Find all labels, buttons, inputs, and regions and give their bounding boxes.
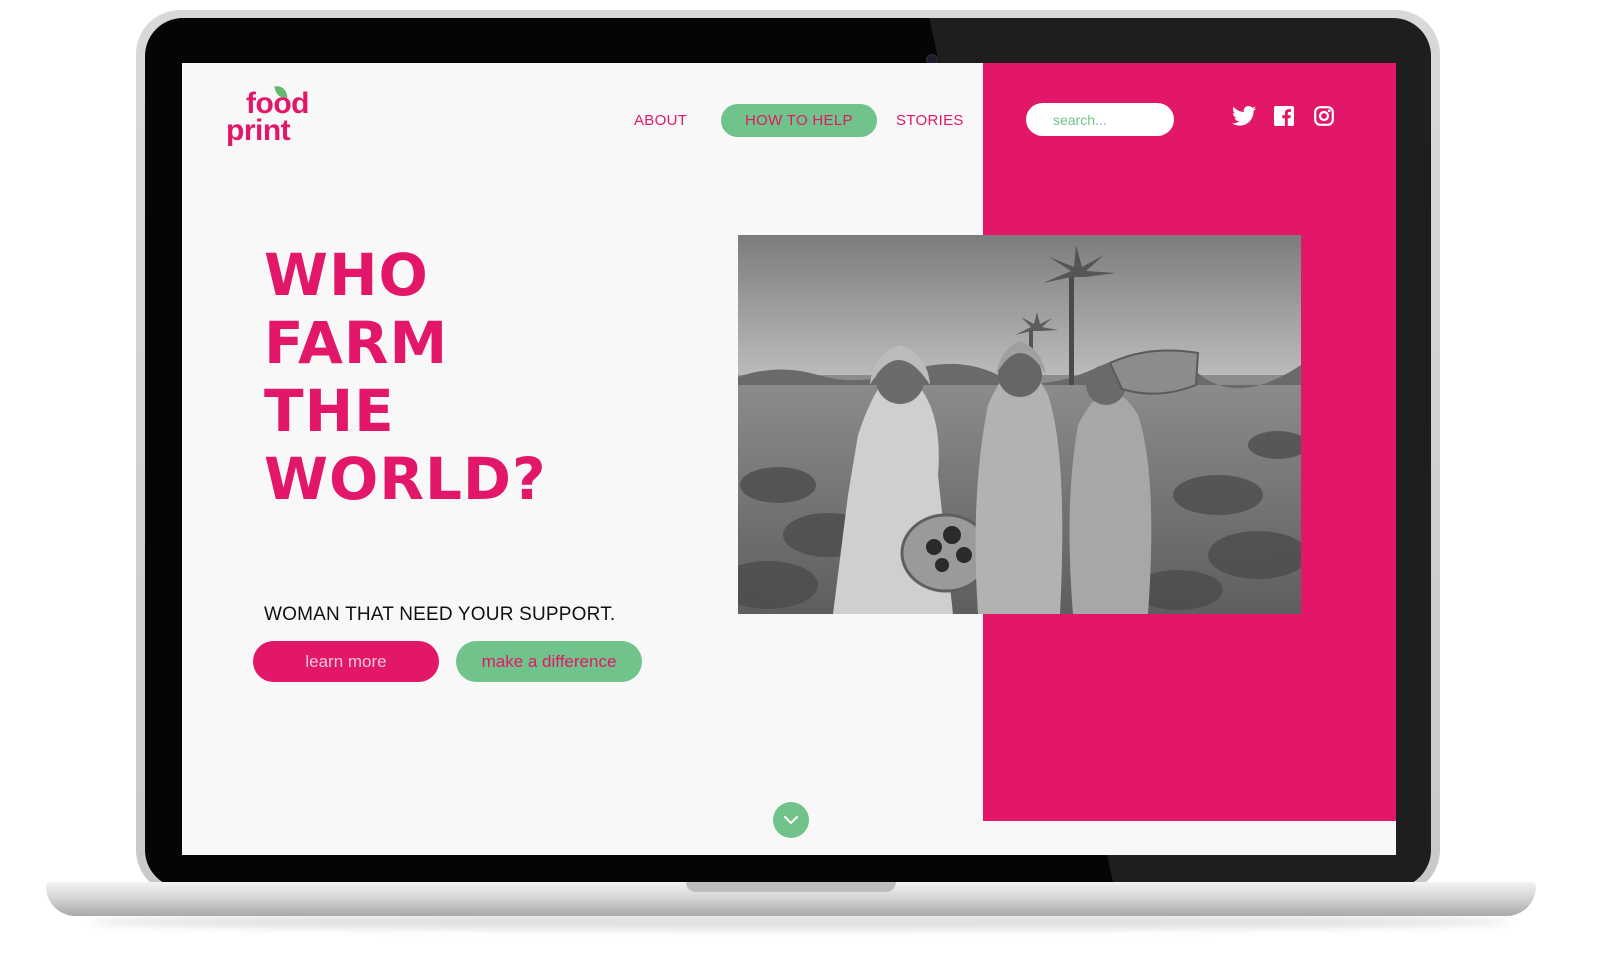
- website-screen: food print ABOUT HOW TO HELP STORIES WHO…: [182, 63, 1396, 855]
- twitter-link[interactable]: [1231, 103, 1257, 129]
- facebook-icon: [1274, 106, 1294, 126]
- headline-line: WHO: [264, 241, 429, 309]
- headline-line: FARM: [264, 309, 449, 377]
- nav-how-to-help-label: HOW TO HELP: [721, 103, 877, 137]
- laptop-notch: [686, 882, 896, 892]
- headline-line: THE: [264, 377, 395, 445]
- farmers-photo-illustration: [738, 235, 1301, 614]
- instagram-link[interactable]: [1311, 103, 1337, 129]
- hero-subtext: WOMAN THAT NEED YOUR SUPPORT.: [264, 604, 616, 625]
- nav-stories-label: STORIES: [896, 111, 964, 129]
- nav-item-stories[interactable]: STORIES: [896, 103, 964, 137]
- search-input[interactable]: [1026, 103, 1174, 136]
- hero-headline: WHO FARM THE WORLD?: [264, 241, 547, 513]
- nav-item-how-to-help[interactable]: HOW TO HELP: [721, 103, 877, 137]
- chevron-down-icon: [784, 815, 798, 824]
- make-a-difference-button[interactable]: make a difference: [456, 641, 642, 682]
- hero-photo: [738, 235, 1301, 614]
- twitter-icon: [1232, 106, 1256, 126]
- learn-more-button[interactable]: learn more: [253, 641, 439, 682]
- facebook-link[interactable]: [1271, 103, 1297, 129]
- headline-line: WORLD?: [264, 445, 547, 513]
- nav-about-label: ABOUT: [634, 111, 688, 129]
- laptop-base: [46, 882, 1536, 916]
- instagram-icon: [1314, 106, 1334, 126]
- nav-item-about[interactable]: ABOUT: [634, 103, 687, 137]
- laptop-shadow: [90, 914, 1510, 930]
- foodprint-logo[interactable]: food print: [224, 83, 334, 155]
- scroll-down-button[interactable]: [773, 802, 809, 838]
- logo-word-print: print: [226, 114, 291, 147]
